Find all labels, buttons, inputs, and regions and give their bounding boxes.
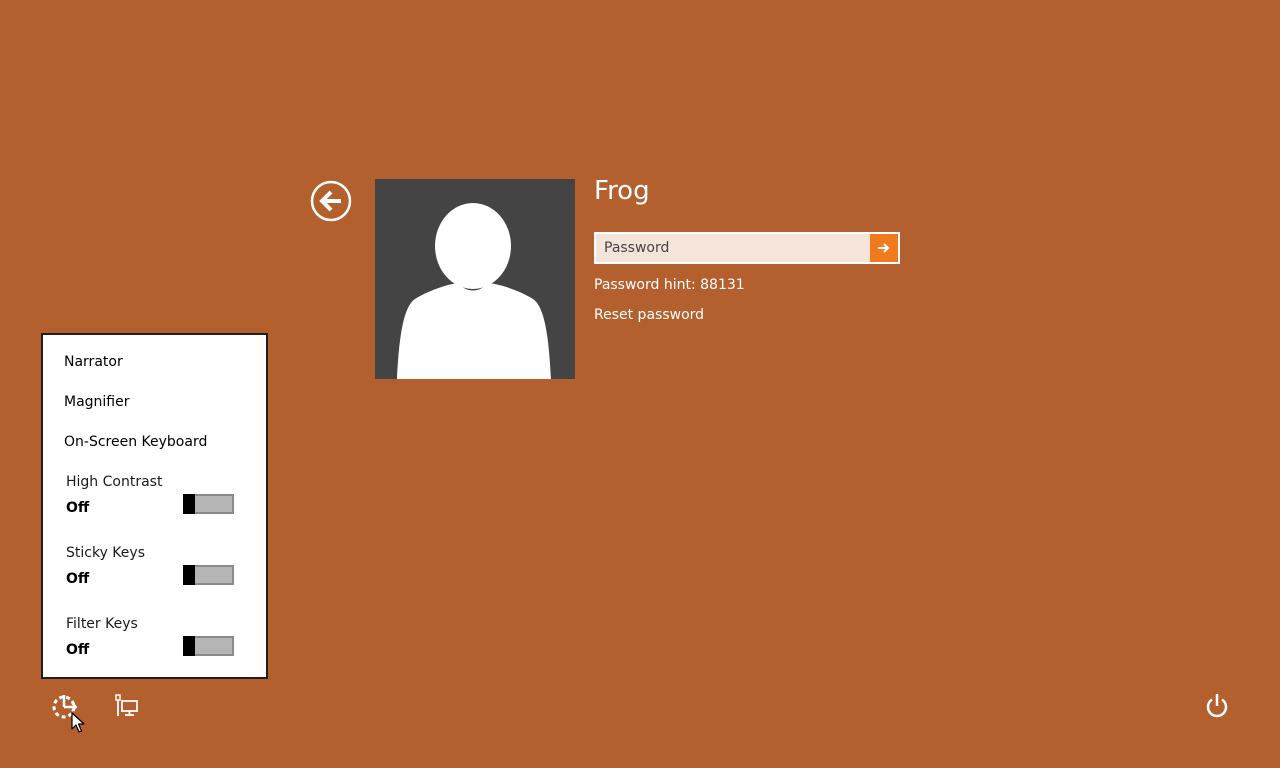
power-icon: [1206, 694, 1228, 718]
network-icon: [115, 694, 138, 716]
ease-of-access-button[interactable]: [50, 693, 78, 721]
default-user-silhouette-icon: [397, 203, 551, 379]
toggle-label: High Contrast: [66, 474, 163, 490]
ease-of-access-icon: [52, 695, 78, 719]
sticky-keys-setting: Sticky Keys Off: [66, 544, 246, 592]
password-input[interactable]: [596, 234, 870, 262]
toggle-thumb: [183, 494, 195, 514]
user-avatar: [375, 179, 575, 379]
menu-item-magnifier[interactable]: Magnifier: [64, 393, 130, 411]
user-name: Frog: [594, 176, 650, 206]
reset-password-link[interactable]: Reset password: [594, 306, 704, 324]
menu-item-on-screen-keyboard[interactable]: On-Screen Keyboard: [64, 433, 207, 451]
network-button[interactable]: [114, 694, 140, 718]
filter-keys-setting: Filter Keys Off: [66, 615, 246, 663]
password-hint: Password hint: 88131: [594, 277, 745, 293]
toggle-label: Filter Keys: [66, 616, 138, 632]
arrow-right-icon: [878, 243, 890, 253]
power-button[interactable]: [1203, 692, 1231, 720]
back-arrow-circle-icon: [310, 180, 352, 222]
toggle-state-text: Off: [66, 500, 90, 516]
sticky-keys-toggle[interactable]: [183, 565, 234, 585]
toggle-label: Sticky Keys: [66, 545, 145, 561]
submit-button[interactable]: [870, 234, 898, 262]
high-contrast-toggle[interactable]: [183, 494, 234, 514]
menu-item-narrator[interactable]: Narrator: [64, 353, 123, 371]
ease-of-access-menu: Narrator Magnifier On-Screen Keyboard Hi…: [41, 333, 268, 679]
high-contrast-setting: High Contrast Off: [66, 473, 246, 521]
toggle-thumb: [183, 636, 195, 656]
back-button[interactable]: [310, 180, 352, 222]
filter-keys-toggle[interactable]: [183, 636, 234, 656]
toggle-thumb: [183, 565, 195, 585]
password-field-container: [594, 232, 900, 264]
toggle-state-text: Off: [66, 571, 90, 587]
toggle-state-text: Off: [66, 642, 90, 658]
